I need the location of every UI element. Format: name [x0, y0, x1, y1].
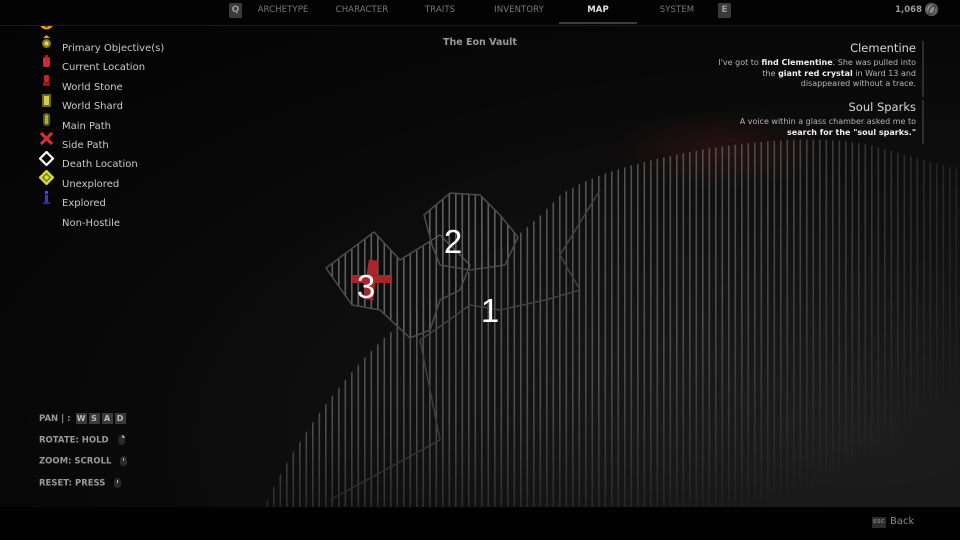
key-w: W: [75, 413, 87, 424]
quest-clementine[interactable]: Clementine I've got to find Clementine. …: [718, 41, 924, 97]
control-reset: RESET: PRESS: [39, 477, 127, 500]
back-button[interactable]: Back: [890, 516, 914, 527]
quest-description: A voice within a glass chamber asked me …: [739, 117, 916, 137]
control-rotate: ROTATE: HOLD: [39, 434, 127, 457]
map-canvas[interactable]: 1 2 3: [0, 26, 960, 507]
mouse-middle-button-icon: [114, 477, 122, 488]
zone-3-label: 3: [357, 268, 375, 305]
unexplored-icon: [39, 150, 54, 166]
side-path-icon: [43, 112, 50, 126]
explored-icon: [39, 170, 54, 186]
zone-1-area[interactable]: [265, 139, 960, 507]
map-view[interactable]: 1 2 3 The Eon Vault Primary Objective(s)…: [0, 26, 960, 507]
map-controls-help: PAN | : WSAD ROTATE: HOLD ZOOM: SCROLL R…: [39, 413, 128, 500]
zone-1-label: 1: [481, 292, 499, 329]
control-pan: PAN | : WSAD: [39, 413, 127, 435]
key-s: S: [88, 413, 100, 424]
currency-amount: 1,068: [895, 5, 922, 15]
death-location-icon: [39, 132, 54, 146]
prev-tab-key[interactable]: Q: [229, 3, 242, 18]
quest-title: Soul Sparks: [848, 100, 916, 114]
tab-traits[interactable]: TRAITS: [410, 0, 470, 23]
quest-divider: [922, 41, 924, 97]
non-hostile-icon: [42, 190, 51, 204]
top-nav-bar: Q ARCHETYPE CHARACTER TRAITS INVENTORY M…: [0, 0, 960, 26]
quest-title: Clementine: [850, 41, 916, 55]
world-shard-icon: [43, 75, 50, 87]
tab-inventory[interactable]: INVENTORY: [484, 0, 554, 23]
primary-objective-icon: [40, 26, 53, 30]
key-d: D: [114, 413, 126, 424]
zone-2-area[interactable]: [423, 192, 519, 271]
tab-system[interactable]: SYSTEM: [648, 0, 706, 23]
zone-2-label: 2: [444, 223, 462, 260]
world-stone-icon: [43, 54, 50, 67]
quest-description: I've got to find Clementine. She was pul…: [718, 58, 916, 88]
tab-map[interactable]: MAP: [559, 0, 637, 24]
mouse-right-button-icon: [117, 434, 125, 445]
main-path-icon: [42, 93, 51, 107]
next-tab-key[interactable]: E: [718, 3, 731, 18]
map-title: The Eon Vault: [443, 37, 517, 48]
quest-divider: [922, 100, 924, 144]
esc-key-icon: ESC: [872, 517, 886, 528]
current-location-icon: [42, 35, 51, 49]
key-a: A: [101, 413, 113, 424]
quest-soul-sparks[interactable]: Soul Sparks A voice within a glass chamb…: [739, 100, 924, 144]
control-zoom: ZOOM: SCROLL: [39, 456, 128, 478]
tab-archetype[interactable]: ARCHETYPE: [250, 0, 316, 23]
tab-character[interactable]: CHARACTER: [328, 0, 396, 23]
bottom-bar: ESC Back: [0, 507, 960, 540]
mouse-scroll-icon: [120, 456, 128, 466]
scrap-coin-icon: [925, 3, 938, 16]
